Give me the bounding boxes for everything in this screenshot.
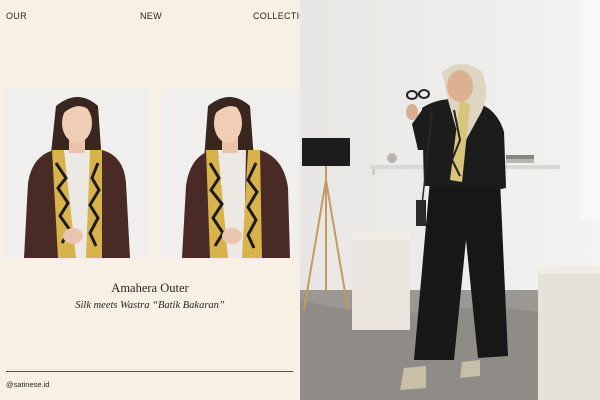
model-front-photo[interactable] [6, 88, 148, 258]
header-word-new: NEW [140, 11, 162, 21]
hijab-model-lifestyle-photo[interactable] [300, 0, 600, 400]
header-word-our: OUR [6, 11, 27, 21]
instagram-handle[interactable]: @satinese.id [6, 380, 49, 389]
product-subtitle: Silk meets Wastra “Batik Bakaran” [75, 300, 225, 311]
header-word-collection: COLLECTIO [253, 11, 307, 21]
product-title: Amahera Outer [111, 281, 189, 295]
divider [6, 371, 293, 372]
model-side-photo[interactable] [162, 88, 300, 258]
collection-panel: OUR NEW COLLECTIO Amahera Outer Silk mee… [0, 0, 306, 400]
